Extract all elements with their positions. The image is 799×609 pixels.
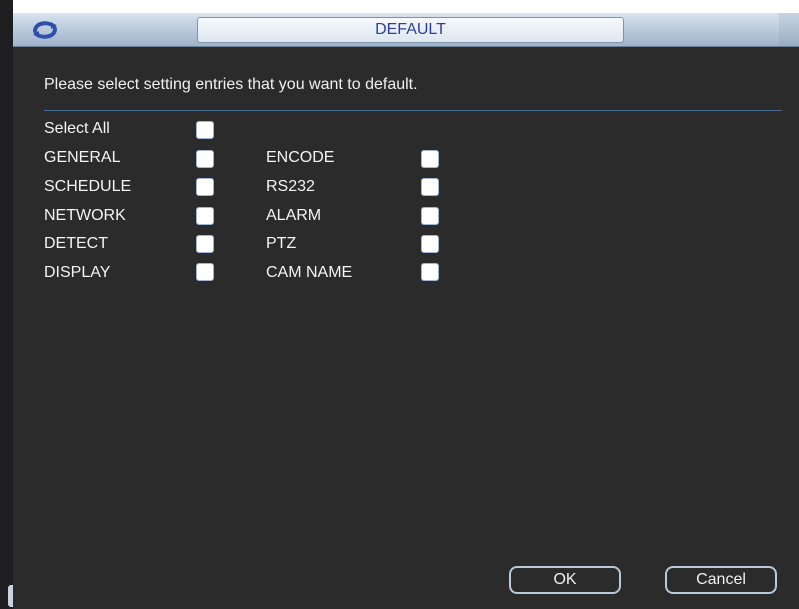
network-checkbox[interactable] — [196, 207, 214, 225]
display-checkbox[interactable] — [196, 263, 214, 281]
ptz-checkbox[interactable] — [421, 235, 439, 253]
title-bar: DEFAULT — [13, 13, 799, 47]
dialog-title: DEFAULT — [197, 17, 624, 43]
instruction-text: Please select setting entries that you w… — [44, 76, 418, 93]
schedule-checkbox[interactable] — [196, 178, 214, 196]
entry-label-schedule: SCHEDULE — [44, 178, 132, 195]
entry-label-rs232: RS232 — [266, 178, 315, 195]
entry-label-ptz: PTZ — [266, 235, 297, 252]
ok-button[interactable]: OK — [509, 566, 621, 594]
divider-line — [44, 110, 782, 111]
alarm-checkbox[interactable] — [421, 207, 439, 225]
left-side-strip — [0, 0, 14, 609]
entry-label-display: DISPLAY — [44, 264, 111, 281]
entry-label-general: GENERAL — [44, 149, 121, 166]
detect-checkbox[interactable] — [196, 235, 214, 253]
select-all-label: Select All — [44, 120, 110, 137]
cancel-button[interactable]: Cancel — [665, 566, 777, 594]
select-all-checkbox[interactable] — [196, 121, 214, 139]
rs232-checkbox[interactable] — [421, 178, 439, 196]
default-dialog: DEFAULT Please select setting entries th… — [13, 13, 799, 609]
cam-name-checkbox[interactable] — [421, 263, 439, 281]
entry-label-alarm: ALARM — [266, 207, 322, 224]
entry-label-cam-name: CAM NAME — [266, 264, 353, 281]
refresh-swirl-icon — [33, 21, 57, 39]
entry-label-encode: ENCODE — [266, 149, 335, 166]
entry-label-detect: DETECT — [44, 235, 108, 252]
title-bar-end-cap — [779, 13, 799, 46]
encode-checkbox[interactable] — [421, 150, 439, 168]
entry-label-network: NETWORK — [44, 207, 126, 224]
general-checkbox[interactable] — [196, 150, 214, 168]
